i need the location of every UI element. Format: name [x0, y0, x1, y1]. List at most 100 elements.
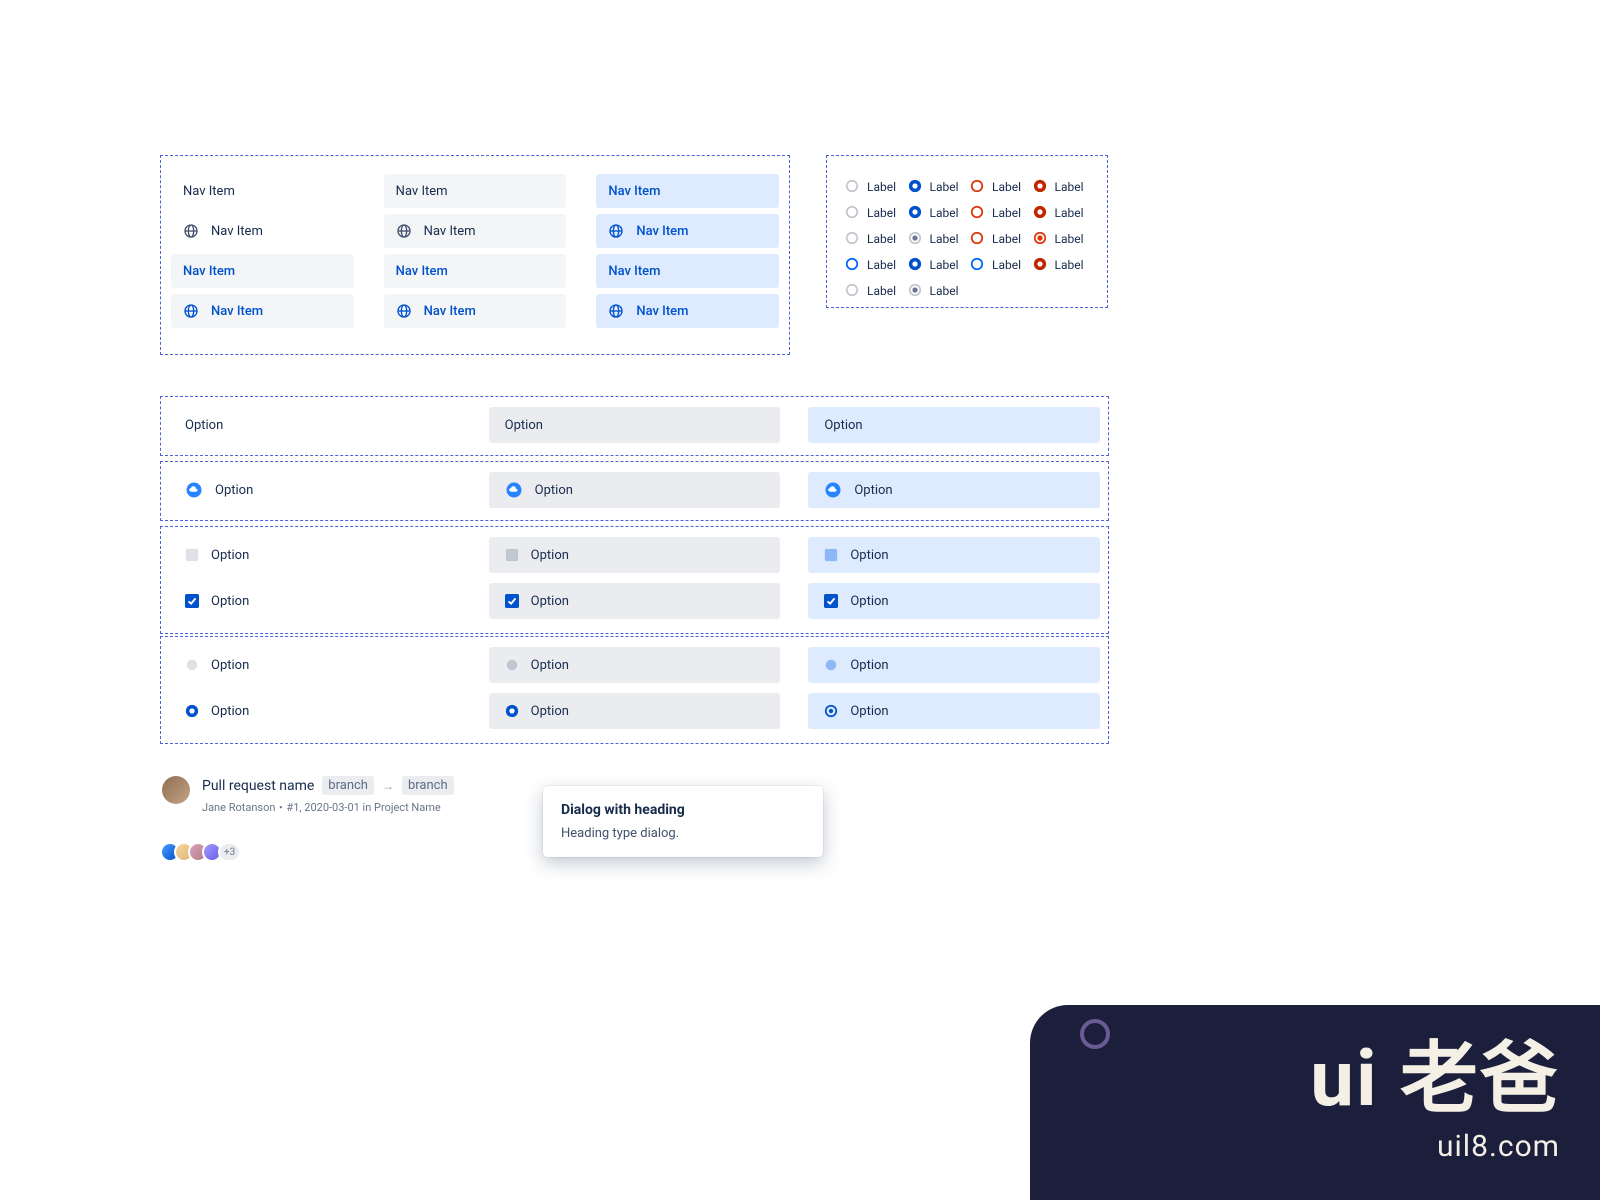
radio-item[interactable]: Label — [970, 226, 1033, 252]
dialog-title: Dialog with heading — [561, 802, 805, 818]
option-checkbox-checked[interactable]: Option — [169, 583, 461, 619]
radio-item[interactable]: Label — [1033, 226, 1096, 252]
nav-item[interactable]: Nav Item — [171, 174, 354, 208]
radio-label: Label — [930, 180, 959, 194]
nav-item-with-icon[interactable]: Nav Item — [171, 214, 354, 248]
radio-icon — [185, 658, 199, 672]
nav-item-active-with-icon[interactable]: Nav Item — [384, 294, 567, 328]
option-label: Option — [211, 594, 249, 609]
option-label: Option — [535, 483, 573, 498]
nav-item-active[interactable]: Nav Item — [384, 254, 567, 288]
radio-item[interactable]: Label — [908, 226, 971, 252]
option-radio-checked[interactable]: Option — [169, 693, 461, 729]
option-label: Option — [215, 483, 253, 498]
radio-item[interactable]: Label — [970, 174, 1033, 200]
option-checkbox-unchecked[interactable]: Option — [169, 537, 461, 573]
radio-item[interactable]: Label — [970, 252, 1033, 278]
radio-item[interactable]: Label — [1033, 252, 1096, 278]
dialog: Dialog with heading Heading type dialog. — [543, 786, 823, 857]
avatar-more[interactable]: +3 — [218, 842, 241, 862]
option-radio-unchecked[interactable]: Option — [169, 647, 461, 683]
nav-item-active[interactable]: Nav Item — [171, 254, 354, 288]
radio-item[interactable]: Label — [1033, 174, 1096, 200]
nav-label: Nav Item — [608, 184, 660, 199]
option-row-plain: Option Option Option — [160, 396, 1109, 456]
option-item[interactable]: Option — [169, 407, 461, 443]
option-item[interactable]: Option — [169, 472, 461, 508]
pull-request-header: Pull request name branch → branch Jane R… — [162, 776, 454, 815]
radio-icon — [845, 257, 859, 274]
globe-icon — [183, 303, 199, 319]
nav-label: Nav Item — [636, 224, 688, 239]
option-label: Option — [211, 704, 249, 719]
radio-label: Label — [867, 206, 896, 220]
radio-icon — [970, 231, 984, 248]
option-item[interactable]: Option — [489, 407, 781, 443]
radio-icon — [845, 231, 859, 248]
option-label: Option — [211, 548, 249, 563]
nav-item-hover-with-icon[interactable]: Nav Item — [384, 214, 567, 248]
option-item[interactable]: Option — [808, 472, 1100, 508]
radio-item[interactable]: Label — [845, 226, 908, 252]
nav-col-3: Nav Item Nav Item Nav Item Nav Item — [596, 174, 779, 342]
option-checkbox-checked[interactable]: Option — [808, 583, 1100, 619]
radio-item[interactable]: Label — [845, 252, 908, 278]
radio-checked-icon — [185, 704, 199, 718]
watermark-sub: uil8.com — [1437, 1129, 1560, 1164]
branch-from[interactable]: branch — [322, 776, 374, 795]
radio-icon — [908, 283, 922, 300]
author-avatar[interactable] — [162, 776, 190, 804]
cloud-icon — [185, 481, 203, 499]
radio-item[interactable]: Label — [1033, 200, 1096, 226]
nav-item-selected[interactable]: Nav Item — [596, 254, 779, 288]
nav-label: Nav Item — [424, 304, 476, 319]
option-radio-checked[interactable]: Option — [489, 693, 781, 729]
option-label: Option — [531, 548, 569, 563]
nav-item-selected-with-icon[interactable]: Nav Item — [596, 294, 779, 328]
radio-item[interactable]: Label — [970, 200, 1033, 226]
nav-item-selected[interactable]: Nav Item — [596, 174, 779, 208]
checkbox-checked-icon — [505, 594, 519, 608]
checkbox-checked-icon — [824, 594, 838, 608]
option-checkbox-checked[interactable]: Option — [489, 583, 781, 619]
option-label: Option — [850, 548, 888, 563]
radio-icon — [970, 179, 984, 196]
nav-item-active-with-icon[interactable]: Nav Item — [171, 294, 354, 328]
radio-item[interactable]: Label — [908, 278, 971, 304]
globe-icon — [396, 223, 412, 239]
radio-label: Label — [1055, 206, 1084, 220]
option-item[interactable]: Option — [489, 472, 781, 508]
radio-icon — [908, 179, 922, 196]
option-row-icon: Option Option Option — [160, 461, 1109, 521]
radio-item[interactable]: Label — [908, 200, 971, 226]
nav-label: Nav Item — [183, 264, 235, 279]
option-row-checkbox: Option Option Option Option Option Optio… — [160, 526, 1109, 634]
checkbox-checked-icon — [185, 594, 199, 608]
option-label: Option — [850, 704, 888, 719]
pr-meta: Jane Rotanson・#1, 2020-03-01 in Project … — [202, 799, 454, 815]
option-checkbox-unchecked[interactable]: Option — [808, 537, 1100, 573]
option-radio-checked[interactable]: Option — [808, 693, 1100, 729]
radio-icon — [845, 179, 859, 196]
watermark: ui 老爸 uil8.com — [1030, 1005, 1600, 1200]
nav-item-hover[interactable]: Nav Item — [384, 174, 567, 208]
option-radio-unchecked[interactable]: Option — [808, 647, 1100, 683]
option-label: Option — [850, 658, 888, 673]
nav-item-selected-with-icon[interactable]: Nav Item — [596, 214, 779, 248]
radio-icon — [970, 257, 984, 274]
radio-label: Label — [1055, 232, 1084, 246]
radio-item[interactable]: Label — [908, 252, 971, 278]
option-checkbox-unchecked[interactable]: Option — [489, 537, 781, 573]
branch-to[interactable]: branch — [402, 776, 454, 795]
option-label: Option — [850, 594, 888, 609]
option-item[interactable]: Option — [808, 407, 1100, 443]
radio-item[interactable]: Label — [908, 174, 971, 200]
nav-label: Nav Item — [396, 184, 448, 199]
option-label: Option — [824, 418, 862, 433]
radio-item[interactable]: Label — [845, 278, 908, 304]
option-radio-unchecked[interactable]: Option — [489, 647, 781, 683]
radio-item[interactable]: Label — [845, 174, 908, 200]
nav-items-showcase: Nav Item Nav Item Nav Item Nav Item Nav … — [160, 155, 790, 355]
radio-item[interactable]: Label — [845, 200, 908, 226]
radio-icon — [1033, 205, 1047, 222]
